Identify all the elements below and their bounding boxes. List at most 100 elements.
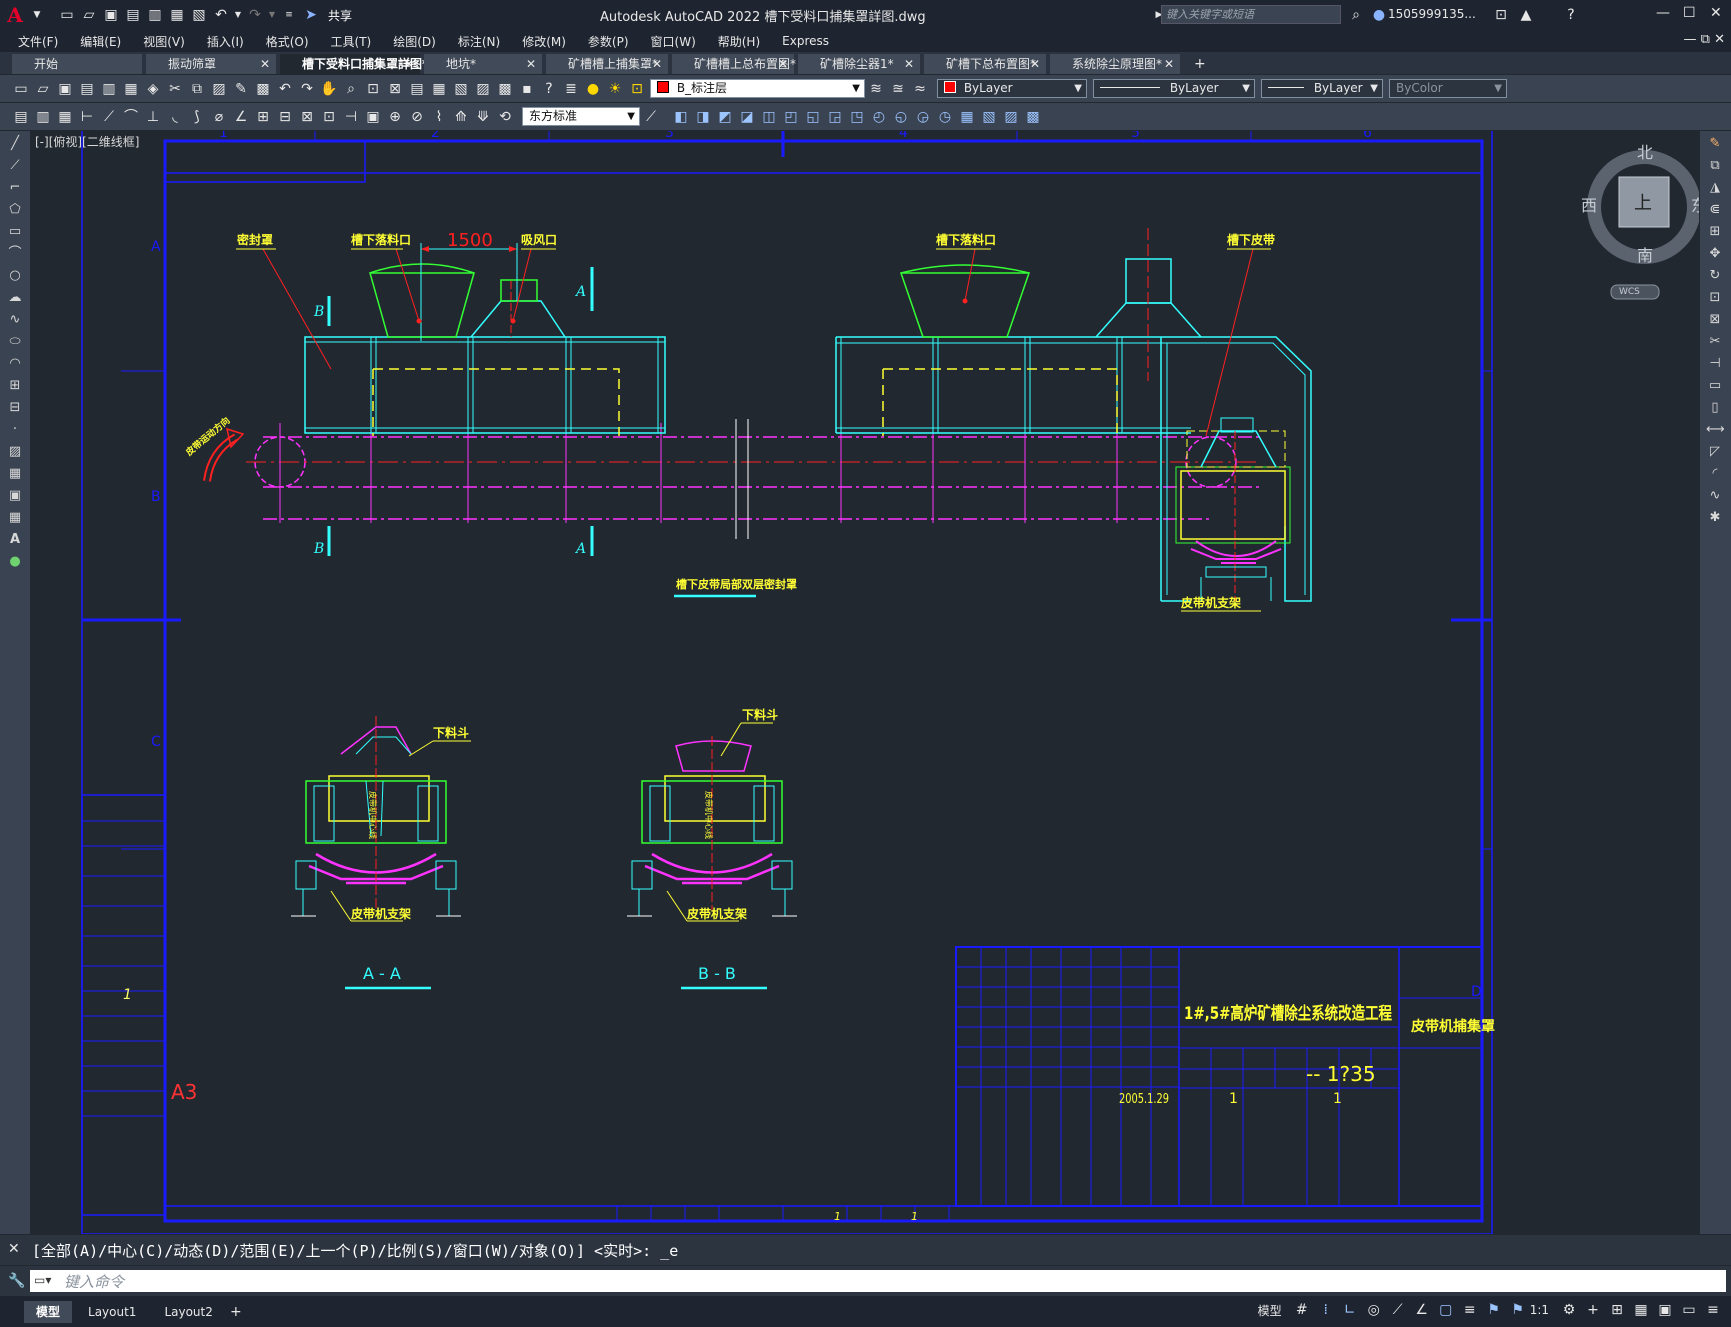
object-snap-icon[interactable]: ▢ xyxy=(1437,1301,1455,1319)
table-icon[interactable]: ▦ xyxy=(6,509,24,527)
save-icon[interactable]: ▣ xyxy=(56,80,74,98)
app-menu-arrow-icon[interactable]: ▼ xyxy=(32,6,42,24)
document-window-controls[interactable]: — ⧉ ✕ xyxy=(1684,32,1725,47)
redo-arrow-icon[interactable]: ▼ xyxy=(268,6,276,24)
insert-block-icon[interactable]: ⊞ xyxy=(6,377,24,395)
join-icon[interactable]: ⟷ xyxy=(1706,421,1725,439)
dimstyle-dropdown[interactable]: 东方标准 ▼ xyxy=(522,107,640,126)
new-file-icon[interactable]: ▭ xyxy=(58,6,76,24)
view-sun-icon[interactable]: ◷ xyxy=(936,108,954,126)
ellipse-icon[interactable]: ⬭ xyxy=(6,333,24,351)
copy-icon[interactable]: ⧉ xyxy=(188,80,206,98)
layer-freeze-icon[interactable]: ☀ xyxy=(606,80,624,98)
line-icon[interactable]: ╱ xyxy=(6,135,24,153)
view-iso-sw-icon[interactable]: ◱ xyxy=(804,108,822,126)
redo-icon[interactable]: ↷ xyxy=(298,80,316,98)
erase-icon[interactable]: ✎ xyxy=(1706,135,1724,153)
plot-icon[interactable]: ▧ xyxy=(190,6,208,24)
layer-properties-icon[interactable]: ≣ xyxy=(562,80,580,98)
close-command-icon[interactable]: ✕ xyxy=(8,1241,20,1257)
lineweight-dropdown[interactable]: ByLayer ▼ xyxy=(1261,79,1383,98)
help-icon[interactable]: ? xyxy=(1562,6,1580,24)
compass-west[interactable]: 西 xyxy=(1581,192,1597,216)
sheet-set-icon[interactable]: ▨ xyxy=(474,80,492,98)
layer-on-icon[interactable]: ● xyxy=(584,80,602,98)
autodesk-app-icon[interactable]: ▲ xyxy=(1517,6,1535,24)
menu-file[interactable]: 文件(F) xyxy=(18,33,58,50)
linear-dimension-icon[interactable]: ⊢ xyxy=(78,108,96,126)
explode-icon[interactable]: ✱ xyxy=(1706,509,1724,527)
close-window-icon[interactable]: ✕ xyxy=(1710,5,1722,21)
ellipse-arc-icon[interactable]: ◠ xyxy=(6,355,24,373)
isodraft-icon[interactable]: ⟋ xyxy=(1389,1301,1407,1319)
view-back-icon[interactable]: ◨ xyxy=(694,108,712,126)
view-render-icon[interactable]: ▦ xyxy=(958,108,976,126)
chamfer-icon[interactable]: ◸ xyxy=(1706,443,1724,461)
compass-south[interactable]: 南 xyxy=(1637,242,1653,266)
polar-icon[interactable]: ◎ xyxy=(1365,1301,1383,1319)
customization-icon[interactable]: ≡ xyxy=(1704,1301,1722,1319)
continue-icon[interactable]: ⊠ xyxy=(298,108,316,126)
jogged-linear-icon[interactable]: ⌇ xyxy=(430,108,448,126)
pan-icon[interactable]: ✋ xyxy=(320,80,338,98)
spline-icon[interactable]: ∿ xyxy=(6,311,24,329)
help-icon[interactable]: ? xyxy=(540,80,558,98)
view-bottom-icon[interactable]: ◰ xyxy=(782,108,800,126)
view-cube-top-face[interactable]: 上 xyxy=(1634,189,1652,215)
quick-properties-icon[interactable]: ▦ xyxy=(1632,1301,1650,1319)
add-selected-icon[interactable]: ● xyxy=(6,553,24,571)
dimstyle-manager-icon[interactable]: ⟋ xyxy=(642,108,660,126)
3d-print-icon[interactable]: ◈ xyxy=(144,80,162,98)
break-icon[interactable]: ⊣ xyxy=(342,108,360,126)
tool-palettes-icon[interactable]: ▧ xyxy=(452,80,470,98)
new-icon[interactable]: ▭ xyxy=(12,80,30,98)
blend-icon[interactable]: ∿ xyxy=(1706,487,1724,505)
add-layout-icon[interactable]: + xyxy=(227,1303,245,1321)
close-tab-icon[interactable]: ✕ xyxy=(778,54,788,74)
auto-scale-icon[interactable]: ⚑ xyxy=(1509,1301,1527,1319)
close-tab-icon[interactable]: ✕ xyxy=(1030,54,1040,74)
block-editor-icon[interactable]: ▩ xyxy=(254,80,272,98)
extend-icon[interactable]: ⊣ xyxy=(1706,355,1724,373)
open-file-icon[interactable]: ▱ xyxy=(80,6,98,24)
hardware-acceleration-icon[interactable]: ▣ xyxy=(1656,1301,1674,1319)
menu-dimension[interactable]: 标注(N) xyxy=(458,33,500,50)
layout-tab-layout2[interactable]: Layout2 xyxy=(152,1301,224,1323)
inspect-icon[interactable]: ⊘ xyxy=(408,108,426,126)
trim-icon[interactable]: ✂ xyxy=(1706,333,1724,351)
annotation-visibility-icon[interactable]: ⚑ xyxy=(1485,1301,1503,1319)
save-icon[interactable]: ▣ xyxy=(102,6,120,24)
close-tab-icon[interactable]: ✕ xyxy=(904,54,914,74)
menu-express[interactable]: Express xyxy=(782,34,829,48)
close-tab-icon[interactable]: ✕ xyxy=(404,54,414,74)
offset-icon[interactable]: ⋐ xyxy=(1706,201,1724,219)
save-as-icon[interactable]: ▤ xyxy=(124,6,142,24)
angular-icon[interactable]: ∠ xyxy=(232,108,250,126)
arc-icon[interactable]: ⌒ xyxy=(6,245,24,263)
array-icon[interactable]: ⊞ xyxy=(1706,223,1724,241)
point-icon[interactable]: · xyxy=(6,421,24,439)
close-tab-icon[interactable]: ✕ xyxy=(652,54,662,74)
paste-icon[interactable]: ▨ xyxy=(210,80,228,98)
user-icon[interactable]: ● xyxy=(1370,6,1388,24)
region-icon[interactable]: ▣ xyxy=(6,487,24,505)
center-mark-icon[interactable]: ⊕ xyxy=(386,108,404,126)
menu-format[interactable]: 格式(O) xyxy=(266,33,309,50)
dim-text-edit-icon[interactable]: ⟱ xyxy=(474,108,492,126)
ordinate-icon[interactable]: ⊥ xyxy=(144,108,162,126)
tab-pit[interactable]: 地坑* ✕ xyxy=(424,54,542,74)
layer-lock-icon[interactable]: ⊡ xyxy=(628,80,646,98)
layer-previous-icon[interactable]: ≊ xyxy=(889,80,907,98)
menu-modify[interactable]: 修改(M) xyxy=(522,33,566,50)
baseline-icon[interactable]: ⊟ xyxy=(276,108,294,126)
menu-edit[interactable]: 编辑(E) xyxy=(80,33,121,50)
markup-icon[interactable]: ▩ xyxy=(496,80,514,98)
plot-icon[interactable]: ▤ xyxy=(78,80,96,98)
radius-icon[interactable]: ◟ xyxy=(166,108,184,126)
view-left-icon[interactable]: ◩ xyxy=(716,108,734,126)
autocad-logo-icon[interactable]: A xyxy=(0,3,30,27)
tab-vibrating-screen[interactable]: 振动筛罩 ✕ xyxy=(146,54,276,74)
mirror-icon[interactable]: ◮ xyxy=(1706,179,1724,197)
new-tab-icon[interactable]: + xyxy=(1184,54,1216,74)
view-right-icon[interactable]: ◪ xyxy=(738,108,756,126)
